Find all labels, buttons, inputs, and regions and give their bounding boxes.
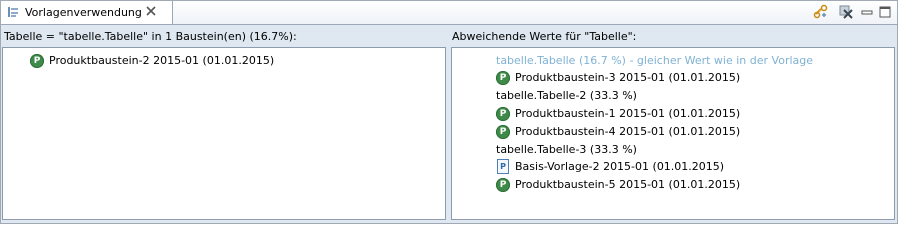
link-with-editor-icon[interactable] — [813, 4, 829, 20]
product-icon: P — [496, 107, 510, 121]
template-usage-icon — [8, 7, 18, 17]
left-pane-label: Tabelle = "tabelle.Tabelle" in 1 Baustei… — [4, 30, 297, 43]
right-pane-tree[interactable]: tabelle.Tabelle (16.7 %) - gleicher Wert… — [451, 47, 895, 220]
tab-vorlagenverwendung[interactable]: Vorlagenverwendung — [1, 1, 173, 24]
template-usage-view: Vorlagenverwendung Tabelle = "tabelle.Ta… — [0, 0, 898, 224]
close-icon[interactable] — [145, 5, 157, 17]
left-pane-tree[interactable]: P Produktbaustein-2 2015-01 (01.01.2015) — [2, 47, 446, 220]
tab-title: Vorlagenverwendung — [25, 6, 142, 19]
maximize-icon[interactable] — [877, 4, 893, 20]
right-pane-label: Abweichende Werte für "Tabelle": — [452, 30, 637, 43]
product-icon: P — [496, 178, 510, 192]
template-document-icon: P — [497, 159, 509, 174]
tab-bar: Vorlagenverwendung — [1, 1, 897, 25]
clear-icon[interactable] — [838, 4, 854, 20]
product-icon: P — [496, 71, 510, 85]
product-icon: P — [496, 125, 510, 139]
product-icon: P — [30, 54, 44, 68]
minimize-icon[interactable] — [859, 4, 875, 20]
view-content: Tabelle = "tabelle.Tabelle" in 1 Baustei… — [1, 25, 897, 223]
